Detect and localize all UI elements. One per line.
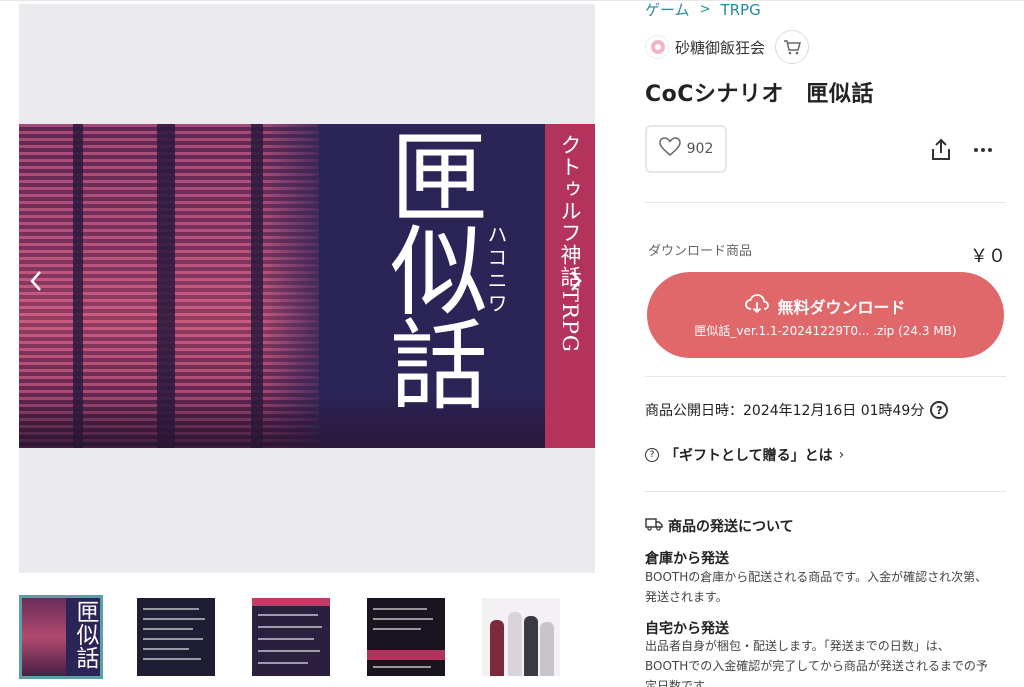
price: ￥０ bbox=[970, 246, 1006, 267]
thumbnail-3[interactable] bbox=[252, 598, 330, 676]
more-dot bbox=[988, 148, 992, 152]
character-figure bbox=[540, 622, 554, 676]
thumbnail-1[interactable]: 匣似話 bbox=[19, 595, 103, 679]
chevron-right-icon: › bbox=[838, 447, 845, 463]
cover-ruby: ハコニワ bbox=[484, 224, 508, 316]
thumb-text-line bbox=[258, 662, 308, 664]
breadcrumb-separator: > bbox=[699, 2, 711, 17]
divider bbox=[645, 376, 1006, 377]
share-icon[interactable] bbox=[928, 137, 954, 163]
thumb-text-line bbox=[143, 608, 199, 610]
download-label-row: 無料ダウンロード bbox=[647, 294, 1004, 318]
product-title: CoCシナリオ 匣似話 bbox=[645, 82, 874, 107]
product-image-gallery[interactable]: クトゥルフ神話TRPG 匣似話 ハコニワ bbox=[19, 4, 595, 573]
thumb-text-line bbox=[373, 608, 427, 610]
thumb-text-line bbox=[258, 650, 320, 652]
heart-icon bbox=[658, 137, 681, 161]
home-body-line3: 定日数です。 bbox=[645, 679, 716, 687]
question-icon: ? bbox=[645, 448, 659, 462]
cover-band-text: クトゥルフ神話TRPG bbox=[558, 134, 582, 353]
thumbnail-strip: 匣似話 bbox=[19, 595, 595, 679]
chevron-right-icon[interactable] bbox=[563, 270, 589, 300]
thumb-highlight bbox=[367, 650, 445, 660]
help-icon[interactable]: ? bbox=[930, 401, 949, 419]
home-body-line2: BOOTHでの入金確認が完了してから商品が発送されるまでの予 bbox=[645, 659, 988, 673]
character-figure bbox=[490, 620, 504, 676]
warehouse-title: 倉庫から発送 bbox=[645, 551, 729, 567]
shop-avatar[interactable] bbox=[645, 35, 669, 59]
shipping-heading-text: 商品の発送について bbox=[668, 519, 794, 535]
thumbnail-4[interactable] bbox=[367, 598, 445, 676]
thumbnail-title: 匣似話 bbox=[72, 600, 98, 669]
shipping-heading: 商品の発送について bbox=[645, 516, 794, 536]
gift-info-link[interactable]: ? 「ギフトとして贈る」とは › bbox=[645, 444, 844, 466]
divider bbox=[645, 202, 1006, 203]
download-file-info: 匣似話_ver.1.1-20241229T0... .zip (24.3 MB) bbox=[694, 324, 957, 338]
more-icon[interactable] bbox=[970, 137, 996, 163]
gift-label: 「ギフトとして贈る」とは bbox=[665, 448, 833, 464]
thumb-highlight bbox=[252, 598, 330, 606]
thumb-text-line bbox=[258, 638, 314, 640]
home-body-line1: 出品者自身が梱包・配送します。「発送までの日数」は、 bbox=[645, 639, 950, 653]
warehouse-body-line2: 発送されます。 bbox=[645, 590, 728, 604]
thumb-text-line bbox=[143, 618, 205, 620]
thumb-text-line bbox=[373, 618, 433, 620]
more-dot bbox=[981, 148, 985, 152]
thumb-text-line bbox=[143, 638, 203, 640]
character-figure bbox=[524, 616, 538, 676]
more-dot bbox=[974, 148, 978, 152]
cloud-download-icon bbox=[745, 294, 770, 318]
top-border bbox=[0, 0, 1024, 1]
thumb-text-line bbox=[258, 626, 322, 628]
thumbnail-5[interactable] bbox=[482, 598, 560, 676]
home-title: 自宅から発送 bbox=[645, 621, 729, 637]
like-count: 902 bbox=[686, 141, 714, 157]
publish-date: 商品公開日時：2024年12月16日 01時49分 bbox=[645, 403, 925, 419]
thumb-text-line bbox=[258, 614, 318, 616]
thumb-text-line bbox=[373, 628, 421, 630]
thumb-text-line bbox=[143, 628, 193, 630]
shop-row: 砂糖御飯狂会 bbox=[645, 30, 810, 64]
warehouse-body-line1: BOOTHの倉庫から配送される商品です。入金が確認され次第、 bbox=[645, 570, 988, 584]
thumb-text-line bbox=[143, 648, 189, 650]
thumbnail-2[interactable] bbox=[137, 598, 215, 676]
free-download-button[interactable]: 無料ダウンロード 匣似話_ver.1.1-20241229T0... .zip … bbox=[647, 272, 1004, 358]
shop-name[interactable]: 砂糖御飯狂会 bbox=[675, 37, 765, 58]
breadcrumb: ゲーム > TRPG bbox=[645, 0, 761, 20]
character-figure bbox=[508, 612, 522, 676]
cart-icon[interactable] bbox=[775, 30, 810, 64]
thumb-text-line bbox=[143, 658, 201, 660]
cover-title: 匣似話 bbox=[373, 126, 487, 408]
chevron-left-icon[interactable] bbox=[23, 270, 49, 300]
breadcrumb-item-game[interactable]: ゲーム bbox=[645, 0, 690, 20]
like-button[interactable]: 902 bbox=[645, 125, 727, 173]
download-label: 無料ダウンロード bbox=[777, 298, 906, 317]
divider bbox=[645, 491, 1006, 492]
breadcrumb-item-trpg[interactable]: TRPG bbox=[720, 0, 760, 20]
download-label-wrap: 無料ダウンロード bbox=[745, 294, 906, 318]
product-type: ダウンロード商品 bbox=[648, 244, 753, 259]
thumb-text-line bbox=[373, 666, 431, 668]
publish-date-row: 商品公開日時：2024年12月16日 01時49分 ? bbox=[645, 399, 949, 421]
truck-icon bbox=[645, 517, 663, 535]
cover-image: クトゥルフ神話TRPG 匣似話 ハコニワ bbox=[19, 124, 595, 448]
